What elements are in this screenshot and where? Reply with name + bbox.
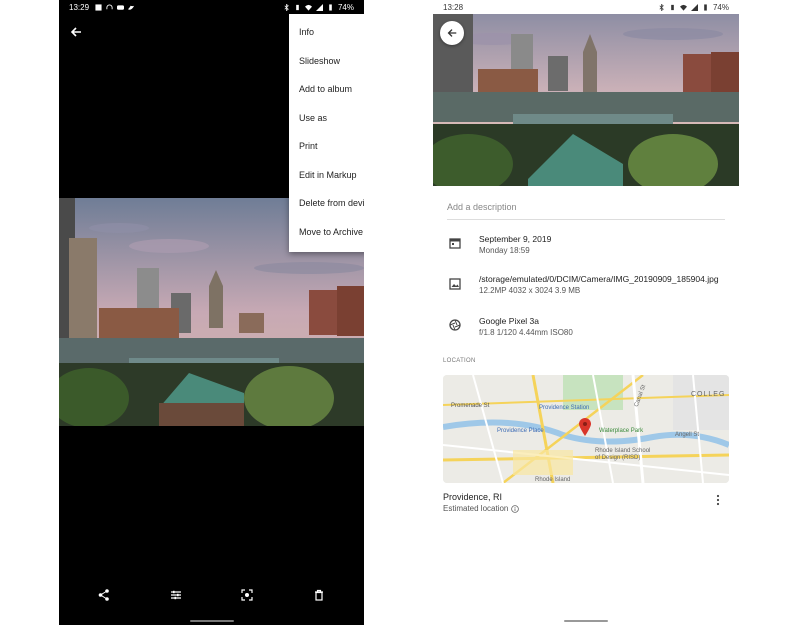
share-icon[interactable] (97, 588, 111, 602)
twitter-notification-icon (128, 4, 136, 10)
info-sheet: Add a description September 9, 2019 Mond… (433, 186, 739, 625)
signal-icon (315, 3, 323, 11)
camera-model: Google Pixel 3a (479, 316, 540, 326)
battery-icon (329, 3, 332, 11)
photo-viewer-screen: 13:29 74% Info Slideshow Add to album Us… (59, 0, 364, 625)
menu-item-info[interactable]: Info (289, 18, 364, 47)
file-details: 12.2MP 4032 x 3024 3.9 MB (479, 286, 581, 295)
location-pin-icon (579, 418, 591, 436)
estimated-location-text: Estimated location (443, 504, 509, 513)
aperture-icon (449, 319, 461, 331)
location-map[interactable]: Promenade St Providence Station Providen… (443, 375, 729, 483)
system-icons: 74% (283, 3, 354, 12)
map-label-angell: Angell St (675, 432, 700, 438)
map-label-risd: Rhode Island School of Design (RISD) (595, 448, 651, 461)
status-time: 13:29 (69, 2, 90, 12)
photo-info-screen: 13:28 74% Add a description September 9,… (433, 0, 739, 625)
city-photo (433, 14, 739, 186)
delete-icon[interactable] (312, 588, 326, 602)
vibrate-icon (296, 4, 299, 10)
map-label-promenade: Promenade St (451, 403, 490, 409)
map-label-waterplace-park: Waterplace Park (599, 428, 644, 434)
system-icons: 74% (658, 3, 729, 12)
location-subtitle: Estimated location (443, 504, 520, 513)
battery-icon (704, 3, 707, 11)
map-label-providence-place: Providence Place (497, 428, 544, 434)
bluetooth-icon (659, 3, 664, 11)
menu-item-delete-from-device[interactable]: Delete from device (289, 189, 364, 218)
battery-level: 74% (337, 2, 354, 12)
menu-item-slideshow[interactable]: Slideshow (289, 47, 364, 76)
youtube-notification-icon (117, 4, 125, 10)
menu-item-print[interactable]: Print (289, 132, 364, 161)
map-label-college: COLLEG (691, 391, 726, 398)
gallery-notification-icon (95, 3, 102, 11)
status-bar: 13:29 74% (59, 0, 364, 14)
map-label-providence-station: Providence Station (539, 405, 590, 411)
menu-item-edit-in-markup[interactable]: Edit in Markup (289, 161, 364, 190)
time-text: Monday 18:59 (479, 246, 530, 255)
description-input[interactable]: Add a description (447, 202, 725, 220)
menu-item-use-as[interactable]: Use as (289, 104, 364, 133)
menu-item-add-to-album[interactable]: Add to album (289, 75, 364, 104)
file-path: /storage/emulated/0/DCIM/Camera/IMG_2019… (479, 274, 719, 284)
overflow-menu: Info Slideshow Add to album Use as Print… (289, 14, 364, 252)
back-arrow-icon[interactable] (69, 25, 83, 39)
map-label-rhode-island: Rhode Island (535, 477, 571, 483)
lens-icon[interactable] (240, 588, 254, 602)
back-arrow-icon (447, 29, 457, 37)
bottom-action-bar (59, 575, 364, 625)
battery-level: 74% (712, 2, 729, 12)
bluetooth-icon (284, 3, 289, 11)
more-options-icon[interactable] (714, 494, 722, 506)
back-button[interactable] (440, 21, 464, 45)
calendar-icon (449, 238, 461, 249)
date-text: September 9, 2019 (479, 234, 552, 244)
wifi-icon (304, 4, 312, 11)
vibrate-icon (671, 4, 674, 10)
gesture-nav-bar[interactable] (189, 620, 234, 622)
camera-details: f/1.8 1/120 4.44mm ISO80 (479, 328, 573, 337)
location-heading: LOCATION (443, 358, 476, 364)
edit-icon[interactable] (169, 588, 183, 602)
gesture-nav-bar[interactable] (564, 620, 608, 622)
status-time: 13:28 (443, 2, 464, 12)
menu-item-move-to-archive[interactable]: Move to Archive (289, 218, 364, 247)
signal-icon (690, 3, 698, 11)
headset-notification-icon (106, 4, 113, 9)
location-name: Providence, RI (443, 492, 503, 502)
notification-icons (95, 3, 136, 11)
image-icon (449, 278, 461, 290)
status-bar: 13:28 74% (433, 0, 739, 14)
info-icon[interactable] (511, 504, 520, 513)
wifi-icon (679, 4, 687, 11)
